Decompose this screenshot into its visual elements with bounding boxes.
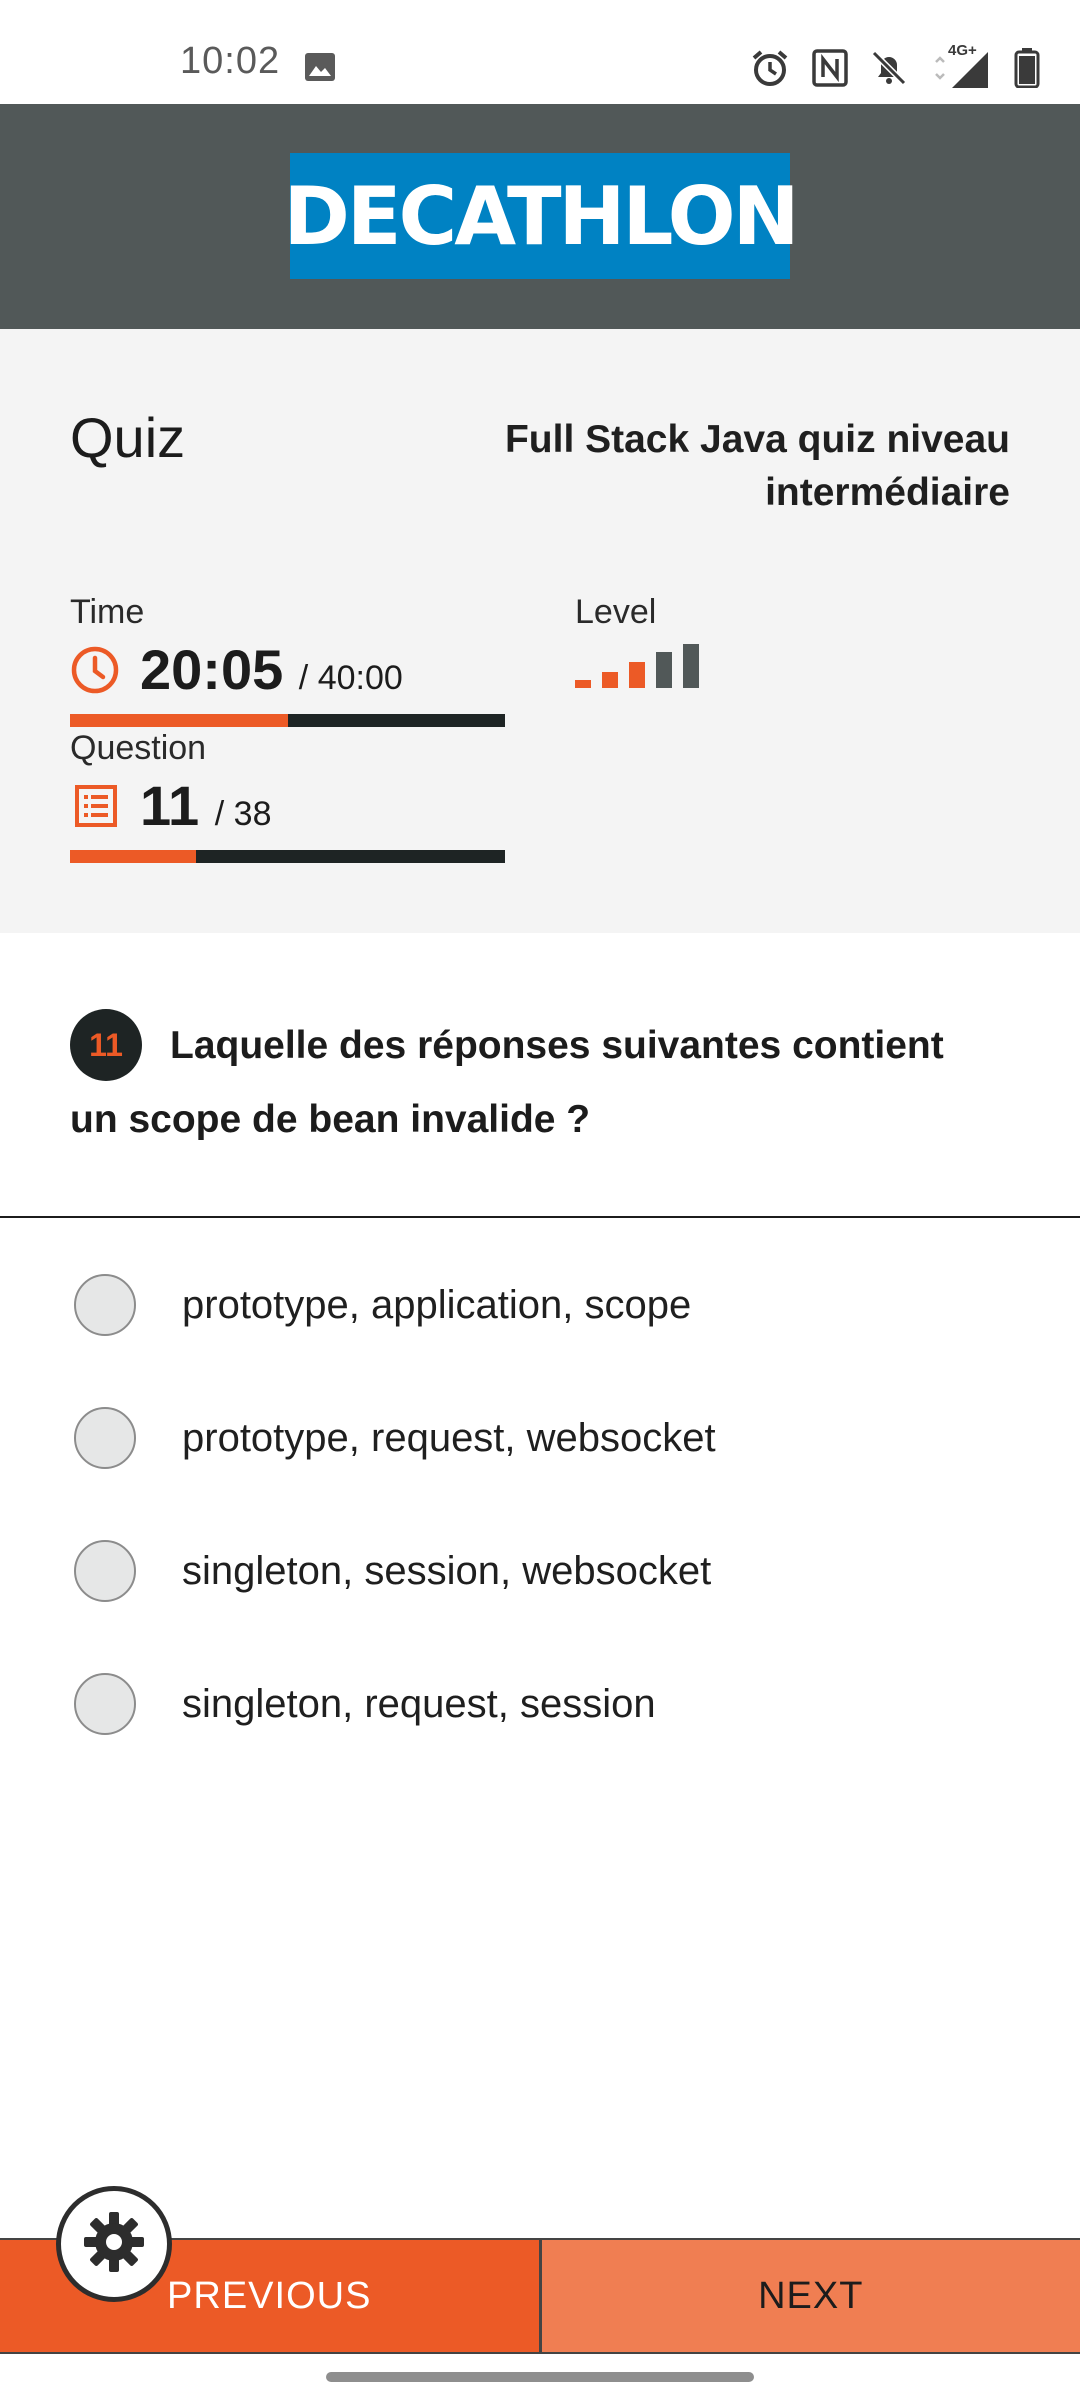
answer-label: singleton, session, websocket [182, 1548, 712, 1593]
time-label: Time [70, 593, 145, 631]
status-bar: 10:02 4G+ [0, 0, 1080, 104]
radio-button[interactable] [74, 1407, 136, 1469]
question-progress-value: 11 / 38 [140, 773, 271, 838]
page-title: Quiz [70, 406, 186, 469]
answer-option[interactable]: prototype, application, scope [74, 1270, 974, 1340]
clock-icon [70, 645, 120, 700]
time-total: / 40:00 [298, 659, 403, 697]
question-label: Question [70, 729, 207, 767]
answer-option[interactable]: prototype, request, websocket [74, 1403, 974, 1473]
signal-4g-icon: 4G+ [930, 42, 992, 88]
settings-button[interactable] [56, 2186, 172, 2302]
gear-icon [81, 2209, 147, 2280]
app-header: DECATHLON [0, 104, 1080, 329]
question-progress-fill [70, 850, 197, 863]
level-bar [629, 662, 645, 688]
image-icon [304, 52, 336, 82]
radio-button[interactable] [74, 1673, 136, 1735]
next-button[interactable]: NEXT [541, 2240, 1080, 2352]
list-icon [74, 784, 118, 833]
level-bar [683, 644, 699, 688]
question-block: 11 Laquelle des réponses suivantes conti… [0, 933, 1080, 1218]
answer-label: singleton, request, session [182, 1681, 656, 1726]
radio-button[interactable] [74, 1274, 136, 1336]
level-indicator [575, 642, 715, 688]
radio-button[interactable] [74, 1540, 136, 1602]
bell-off-icon [870, 49, 908, 87]
quiz-name: Full Stack Java quiz niveau intermédiair… [504, 418, 1010, 514]
answer-option[interactable]: singleton, session, websocket [74, 1536, 974, 1606]
question-total: / 38 [214, 795, 272, 833]
gesture-bar[interactable] [326, 2372, 754, 2382]
answer-label: prototype, application, scope [182, 1282, 692, 1327]
level-bar [575, 680, 591, 688]
answer-label: prototype, request, websocket [182, 1415, 716, 1460]
battery-icon [1014, 48, 1040, 88]
logo-text: DECATHLON [283, 169, 799, 263]
level-bar [602, 672, 618, 688]
level-bar [656, 652, 672, 688]
level-label: Level [575, 593, 657, 631]
time-current: 20:05 [140, 638, 284, 701]
question-text: Laquelle des réponses suivantes contient… [70, 1024, 944, 1141]
answer-option[interactable]: singleton, request, session [74, 1669, 974, 1739]
network-label: 4G+ [948, 42, 977, 59]
alarm-icon [750, 48, 790, 88]
nfc-icon [812, 49, 848, 87]
time-progress-bar [70, 714, 505, 727]
time-progress-fill [70, 714, 288, 727]
status-icons: 4G+ [750, 42, 1040, 90]
question-progress-bar [70, 850, 505, 863]
question-current: 11 [140, 774, 200, 837]
time-value: 20:05 / 40:00 [140, 637, 403, 702]
decathlon-logo: DECATHLON [283, 153, 800, 279]
quiz-info-panel: Quiz Full Stack Java quiz niveau intermé… [0, 329, 1080, 933]
status-time: 10:02 [180, 40, 281, 82]
